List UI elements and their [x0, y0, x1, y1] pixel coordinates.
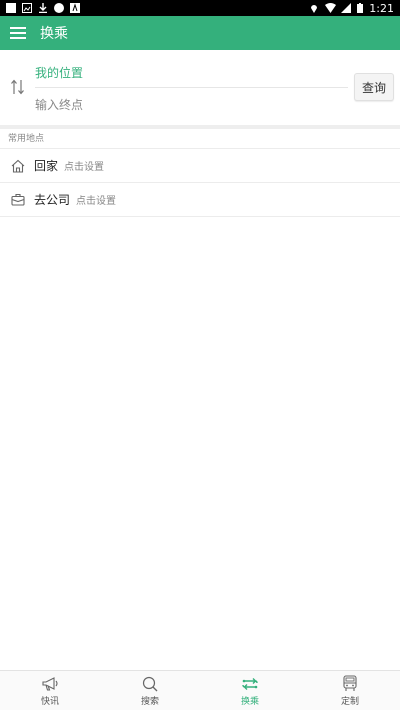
- favorite-work-hint: 点击设置: [76, 196, 117, 207]
- download-icon: [38, 3, 48, 14]
- favorite-work-row[interactable]: 去公司 点击设置: [0, 183, 400, 217]
- status-bar: 1:21: [0, 0, 400, 16]
- nav-item-transfer[interactable]: 换乘: [200, 671, 300, 710]
- query-button[interactable]: 查询: [354, 73, 394, 101]
- nav-label-search: 搜索: [140, 696, 159, 707]
- route-divider: [35, 87, 348, 88]
- location-icon: [309, 3, 319, 13]
- status-notifications: [6, 3, 80, 14]
- notification-a-icon: [70, 3, 80, 13]
- bus-icon: [341, 675, 359, 693]
- favorite-home-hint: 点击设置: [64, 162, 105, 173]
- nav-item-news[interactable]: 快讯: [0, 671, 100, 710]
- notification-image-icon: [22, 3, 32, 13]
- transfer-icon: [241, 675, 259, 693]
- swap-direction-button[interactable]: [6, 77, 30, 101]
- favorite-home-name: 回家: [34, 159, 59, 173]
- nav-item-search[interactable]: 搜索: [100, 671, 200, 710]
- home-icon: [10, 158, 26, 174]
- battery-icon: [357, 3, 364, 13]
- hamburger-icon: [10, 24, 26, 43]
- favorites-header: 常用地点: [0, 129, 400, 149]
- menu-button[interactable]: [0, 16, 36, 50]
- route-card: 我的位置: [0, 50, 400, 125]
- briefcase-icon: [10, 192, 26, 208]
- signal-icon: [341, 3, 352, 13]
- favorite-places-panel: 常用地点 回家 点击设置 去公司 点击设置: [0, 129, 400, 670]
- status-time: 1:21: [369, 1, 394, 15]
- destination-input[interactable]: [35, 95, 335, 115]
- bottom-nav: 快讯 搜索 换乘 定制: [0, 670, 400, 710]
- wifi-icon: [325, 3, 337, 13]
- search-icon: [141, 675, 159, 693]
- favorite-work-name: 去公司: [34, 193, 71, 207]
- origin-field[interactable]: 我的位置: [35, 64, 83, 81]
- status-system: 1:21: [309, 2, 394, 15]
- nav-label-custom: 定制: [340, 696, 359, 707]
- favorite-home-row[interactable]: 回家 点击设置: [0, 149, 400, 183]
- notification-square-icon: [6, 3, 16, 13]
- nav-label-news: 快讯: [40, 696, 59, 707]
- swap-icon: [11, 79, 25, 99]
- notification-circle-icon: [54, 3, 64, 13]
- megaphone-icon: [41, 675, 59, 693]
- nav-label-transfer: 换乘: [240, 696, 259, 707]
- app-bar: 换乘: [0, 16, 400, 50]
- nav-item-custom[interactable]: 定制: [300, 671, 400, 710]
- page-title: 换乘: [40, 26, 68, 42]
